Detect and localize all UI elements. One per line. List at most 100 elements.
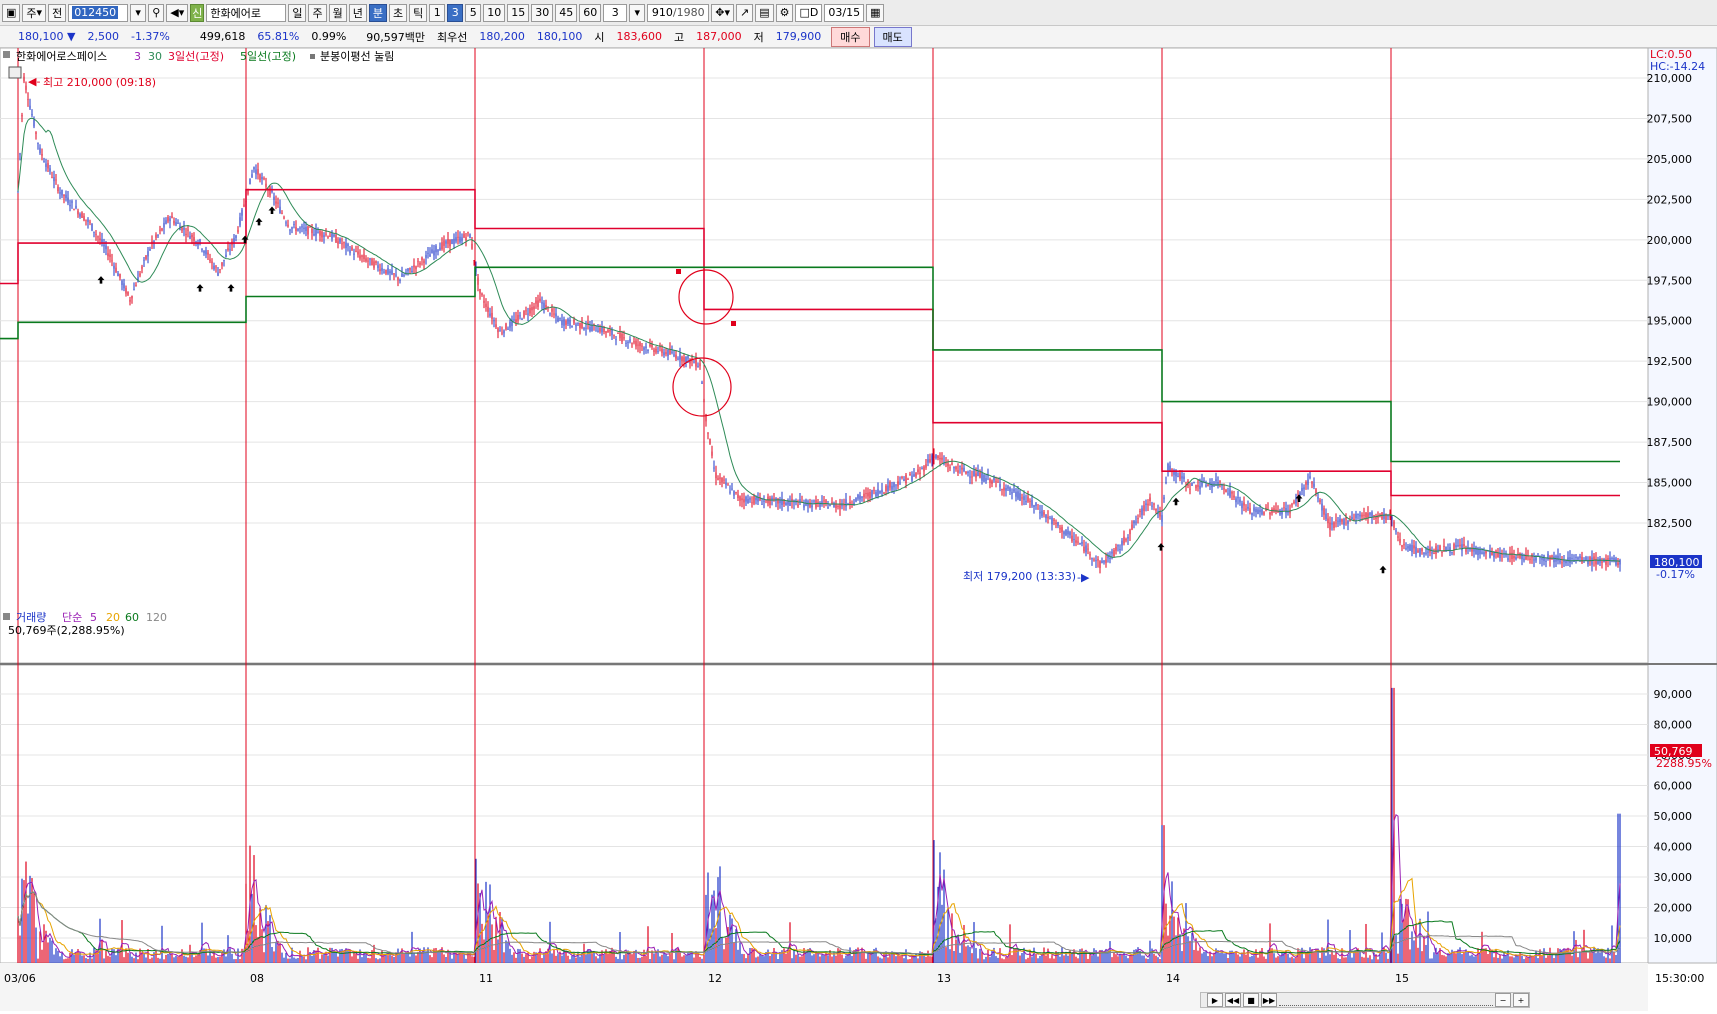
candle-body	[399, 279, 401, 282]
search-icon[interactable]: ⚲	[148, 3, 165, 22]
volume-bar	[517, 948, 519, 963]
candle-body	[883, 492, 885, 494]
scope-button[interactable]: 전	[48, 3, 67, 22]
candle-body	[23, 76, 25, 82]
volume-bar	[1237, 954, 1239, 963]
volume-bar	[1091, 955, 1093, 963]
scroll-play-icon[interactable]: ▶	[1207, 993, 1223, 1007]
interval-dropdown-icon[interactable]: ▾	[629, 3, 646, 22]
volume-bar	[661, 954, 663, 963]
candle-body	[717, 478, 719, 480]
volume-bar	[1251, 955, 1253, 963]
volume-bar	[667, 956, 669, 963]
calendar-icon[interactable]	[8, 66, 22, 79]
volume-legend-toggle[interactable]	[3, 613, 10, 620]
save-icon[interactable]: ▤	[755, 3, 774, 22]
candle-body	[719, 477, 721, 479]
scroll-rewind-icon[interactable]: ◀◀	[1225, 993, 1241, 1007]
minute-3[interactable]: 3	[447, 3, 464, 22]
minute-60[interactable]: 60	[579, 3, 602, 22]
candle-body	[99, 238, 101, 240]
minute-10[interactable]: 10	[483, 3, 506, 22]
tools-icon[interactable]: ✥▾	[711, 3, 734, 22]
scroll-track[interactable]	[1279, 995, 1493, 1006]
volume-bar	[1093, 948, 1095, 963]
candle-body	[305, 227, 307, 232]
candle-body	[253, 167, 255, 170]
code-dropdown-icon[interactable]: ▾	[130, 3, 147, 22]
volume-bar	[1363, 957, 1365, 963]
minute-5[interactable]: 5	[465, 3, 482, 22]
candle-body	[415, 266, 417, 270]
minute-1[interactable]: 1	[429, 3, 446, 22]
candle-body	[1225, 490, 1227, 493]
volume-bar	[421, 952, 423, 963]
period-minute[interactable]: 분	[368, 3, 387, 22]
volume-bar	[1205, 950, 1207, 963]
volume-bar	[841, 954, 843, 963]
candle-body	[849, 501, 851, 505]
period-second[interactable]: 초	[388, 3, 408, 22]
zoom-in-icon[interactable]: +	[1513, 993, 1529, 1007]
sell-button[interactable]: 매도	[873, 26, 912, 47]
candle-body	[743, 499, 745, 503]
volume-bar	[769, 955, 771, 963]
volume-bar	[385, 953, 387, 963]
minute-45[interactable]: 45	[555, 3, 578, 22]
draw-icon[interactable]: ↗	[735, 3, 754, 22]
period-month[interactable]: 월	[328, 3, 347, 22]
candle-body	[921, 468, 923, 470]
volume-bar	[1411, 931, 1413, 963]
minute-30[interactable]: 30	[531, 3, 554, 22]
scroll-forward-icon[interactable]: ▶▶	[1261, 993, 1277, 1007]
candle-body	[1321, 503, 1323, 511]
volume-bar	[607, 953, 609, 963]
candle-body	[239, 217, 241, 226]
volume-bar	[1437, 952, 1439, 963]
candle-body	[1101, 560, 1103, 563]
zoom-out-icon[interactable]: −	[1495, 993, 1511, 1007]
candle-body	[47, 163, 49, 169]
volume-bar	[319, 958, 321, 963]
volume-bar	[817, 953, 819, 963]
gear-icon[interactable]: ⚙	[775, 3, 794, 22]
count-input[interactable]: 910/1980	[647, 3, 710, 22]
layout-icon[interactable]: ▣	[2, 3, 21, 22]
date-input[interactable]: 03/15	[824, 3, 865, 22]
buy-button[interactable]: 매수	[831, 26, 870, 47]
legend-toggle-icon[interactable]	[3, 51, 10, 58]
volume-bar	[1503, 952, 1505, 963]
stock-chart[interactable]: 한화에어로스페이스 3 30 3일선(고정) 5일선(고정) 분봉이평선 눌림 …	[0, 47, 1717, 1011]
scroll-stop-icon[interactable]: ■	[1243, 993, 1259, 1007]
candle-body	[495, 324, 497, 328]
chart-scrollbar[interactable]: ▶ ◀◀ ■ ▶▶ − +	[1200, 992, 1530, 1008]
candle-body	[135, 284, 137, 287]
volume-bar	[685, 955, 687, 963]
period-tick[interactable]: 틱	[409, 3, 428, 22]
candle-body	[91, 223, 93, 231]
volume-bar	[573, 953, 575, 963]
period-day[interactable]: 일	[288, 3, 307, 22]
candle-body	[1361, 514, 1363, 517]
chart-area[interactable]: 한화에어로스페이스 3 30 3일선(고정) 5일선(고정) 분봉이평선 눌림 …	[0, 47, 1717, 1011]
sound-icon[interactable]: ◀▾	[166, 3, 189, 22]
stock-code-input[interactable]: 012450	[68, 3, 129, 22]
volume-bar	[143, 952, 145, 963]
volume-tick: 30,000	[1654, 871, 1693, 884]
interval-input[interactable]: 3	[603, 3, 628, 22]
price-tick: 202,500	[1647, 193, 1693, 206]
calendar-icon[interactable]: ▦	[866, 3, 885, 22]
volume-bar	[289, 958, 291, 963]
minute-15[interactable]: 15	[507, 3, 530, 22]
volume-bar	[783, 948, 785, 963]
candle-body	[621, 333, 623, 342]
candle-body	[211, 261, 213, 264]
period-year[interactable]: 년	[348, 3, 367, 22]
d-checkbox[interactable]: □ D	[795, 3, 823, 22]
period-week[interactable]: 주	[308, 3, 327, 22]
market-select[interactable]: 주 ▾	[22, 3, 47, 22]
candle-body	[1359, 514, 1361, 517]
volume-legend-m5: 5	[90, 611, 97, 624]
candle-body	[881, 489, 883, 493]
stock-name-field[interactable]: 한화에어로	[206, 3, 287, 22]
